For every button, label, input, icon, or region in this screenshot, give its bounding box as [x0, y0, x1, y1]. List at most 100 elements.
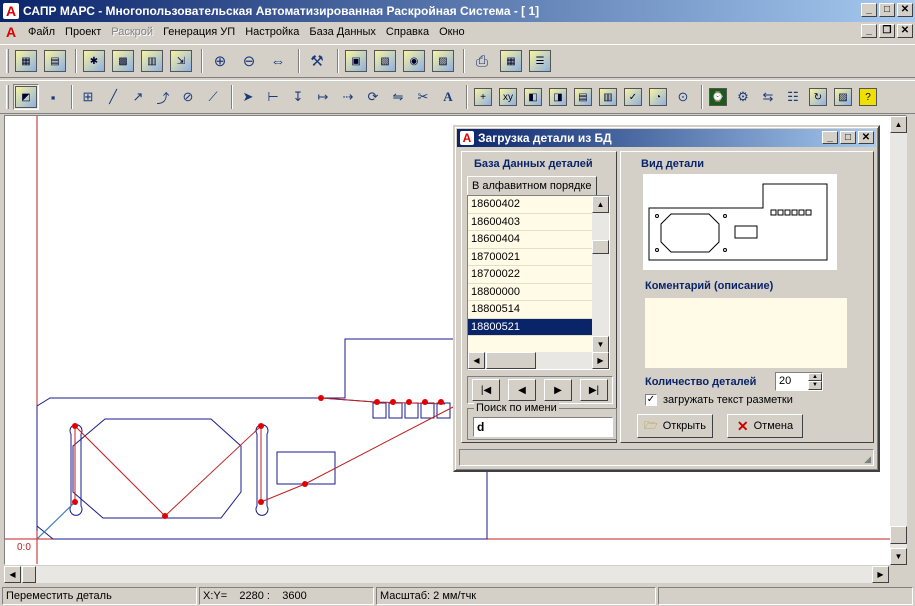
list-item[interactable]: 18700021 — [468, 248, 592, 266]
report-icon[interactable]: ▥ — [139, 48, 165, 74]
menu-help[interactable]: Справка — [381, 26, 434, 38]
mdi-restore-button[interactable]: ❐ — [879, 24, 895, 38]
mirror-icon[interactable]: ⇋ — [387, 86, 409, 108]
part-add-icon[interactable]: + — [472, 86, 494, 108]
open-button[interactable]: 🗁 Открыть — [637, 414, 713, 438]
dim-horizontal-icon[interactable]: ↦ — [312, 86, 334, 108]
cancel-button[interactable]: ✕ Отмена — [727, 414, 803, 438]
hscroll-thumb[interactable] — [22, 566, 36, 583]
nav-next-button[interactable]: ▶ — [544, 379, 572, 401]
database-icon[interactable]: ▨ — [430, 48, 456, 74]
part-xy-icon[interactable]: xy — [497, 86, 519, 108]
list-item[interactable]: 18600404 — [468, 231, 592, 249]
list-hscroll-thumb[interactable] — [486, 352, 536, 369]
toolbar-grip[interactable] — [6, 85, 9, 109]
document-icon[interactable]: A — [3, 24, 19, 40]
nav-first-button[interactable]: |◀ — [472, 379, 500, 401]
list-scroll-right[interactable]: ▶ — [592, 352, 609, 369]
menu-settings[interactable]: Настройка — [240, 26, 304, 38]
menu-nesting[interactable]: Раскрой — [106, 26, 158, 38]
scroll-left-arrow[interactable]: ◀ — [4, 566, 21, 583]
materials-icon[interactable]: ◉ — [401, 48, 427, 74]
menu-project[interactable]: Проект — [60, 26, 106, 38]
polyline-icon[interactable]: ⟋ — [202, 86, 224, 108]
export-icon[interactable]: ⇲ — [168, 48, 194, 74]
part-db-icon[interactable]: ▤ — [572, 86, 594, 108]
part-group-icon[interactable]: ◨ — [547, 86, 569, 108]
dim-vertical-icon[interactable]: ↧ — [287, 86, 309, 108]
list-hscroll[interactable]: ◀ ▶ — [468, 352, 609, 369]
calculator-icon[interactable]: ▦ — [498, 48, 524, 74]
settings-list-icon[interactable]: ☰ — [527, 48, 553, 74]
nest-options-icon[interactable]: ▩ — [110, 48, 136, 74]
arc-icon[interactable]: ↗ — [127, 86, 149, 108]
tab-alphabetical[interactable]: В алфавитном порядке — [467, 176, 597, 196]
part-check-icon[interactable]: ✓ — [622, 86, 644, 108]
select-arrow-icon[interactable]: ➤ — [237, 86, 259, 108]
order-icon[interactable]: ⇆ — [757, 86, 779, 108]
scroll-up-arrow[interactable]: ▲ — [890, 116, 907, 133]
nav-prev-button[interactable]: ◀ — [508, 379, 536, 401]
part-search-icon[interactable]: ⊙ — [672, 86, 694, 108]
dialog-maximize-button[interactable]: □ — [840, 131, 856, 144]
part-measure-icon[interactable]: ◔ — [647, 86, 669, 108]
print-icon[interactable]: ⎙ — [469, 48, 495, 74]
list-item[interactable]: 18800521 — [468, 318, 592, 336]
list-scroll-down[interactable]: ▼ — [592, 336, 609, 353]
arc-3pt-icon[interactable]: ⤴ — [152, 86, 174, 108]
part-mode-icon[interactable]: ◩ — [13, 84, 39, 110]
list-scroll-up[interactable]: ▲ — [592, 196, 609, 213]
maximize-button[interactable]: □ — [879, 3, 895, 17]
move-icon[interactable]: ⇢ — [337, 86, 359, 108]
search-input[interactable] — [473, 417, 613, 437]
scroll-right-arrow[interactable]: ▶ — [872, 566, 889, 583]
toolbar-grip[interactable] — [6, 49, 9, 73]
parts-list[interactable]: 18600402 18600403 18600404 18700021 18700022… — [467, 195, 610, 370]
tree-icon[interactable]: ☷ — [782, 86, 804, 108]
quantity-stepper[interactable]: 20 ▲ ▼ — [775, 372, 823, 391]
nest-icon[interactable]: ✱ — [81, 48, 107, 74]
menu-nc-generation[interactable]: Генерация УП — [158, 26, 240, 38]
new-project-icon[interactable]: ▦ — [13, 48, 39, 74]
list-item[interactable]: 18800000 — [468, 283, 592, 301]
text-icon[interactable]: A — [437, 86, 459, 108]
tool-path-icon[interactable]: ⚙ — [732, 86, 754, 108]
vertical-scrollbar[interactable]: ▲ ▼ — [890, 116, 907, 565]
time-icon[interactable]: ⌚ — [707, 86, 729, 108]
menu-database[interactable]: База Данных — [304, 26, 381, 38]
tools-icon[interactable]: ⚒ — [304, 48, 330, 74]
layers-icon[interactable]: ▨ — [832, 86, 854, 108]
minimize-button[interactable]: _ — [861, 3, 877, 17]
list-item[interactable]: 18700022 — [468, 266, 592, 284]
list-vscroll[interactable]: ▲ ▼ — [592, 196, 609, 353]
horizontal-scrollbar[interactable]: ◀ ▶ — [4, 566, 889, 583]
list-scroll-thumb[interactable] — [592, 240, 609, 254]
zoom-in-icon[interactable]: ⊕ — [207, 48, 233, 74]
part-array-icon[interactable]: ▥ — [597, 86, 619, 108]
menu-window[interactable]: Окно — [434, 26, 470, 38]
dialog-close-button[interactable]: ✕ — [858, 131, 874, 144]
quantity-up-button[interactable]: ▲ — [808, 373, 822, 381]
scroll-down-arrow[interactable]: ▼ — [890, 548, 907, 565]
mdi-minimize-button[interactable]: _ — [861, 24, 877, 38]
refresh-icon[interactable]: ↻ — [807, 86, 829, 108]
dialog-title-bar[interactable]: A Загрузка детали из БД _ □ ✕ — [457, 129, 876, 147]
mdi-close-button[interactable]: ✕ — [897, 24, 913, 38]
close-button[interactable]: ✕ — [897, 3, 913, 17]
nav-last-button[interactable]: ▶| — [580, 379, 608, 401]
dialog-minimize-button[interactable]: _ — [822, 131, 838, 144]
scroll-thumb[interactable] — [890, 526, 907, 544]
dim-point-icon[interactable]: ⊢ — [262, 86, 284, 108]
load-text-option[interactable]: ✓ загружать текст разметки — [645, 394, 793, 406]
sheets-icon[interactable]: ▧ — [372, 48, 398, 74]
menu-file[interactable]: Файл — [23, 26, 60, 38]
zoom-fit-icon[interactable]: ⇔ — [265, 48, 291, 74]
line-icon[interactable]: ╱ — [102, 86, 124, 108]
list-item[interactable]: 18600403 — [468, 213, 592, 231]
list-scroll-left[interactable]: ◀ — [468, 352, 485, 369]
part-copy-icon[interactable]: ◧ — [522, 86, 544, 108]
resize-grip-icon[interactable]: ◢ — [864, 454, 871, 465]
quantity-down-button[interactable]: ▼ — [808, 381, 822, 390]
grid-icon[interactable]: ⊞ — [77, 86, 99, 108]
list-item[interactable]: 18800514 — [468, 301, 592, 319]
